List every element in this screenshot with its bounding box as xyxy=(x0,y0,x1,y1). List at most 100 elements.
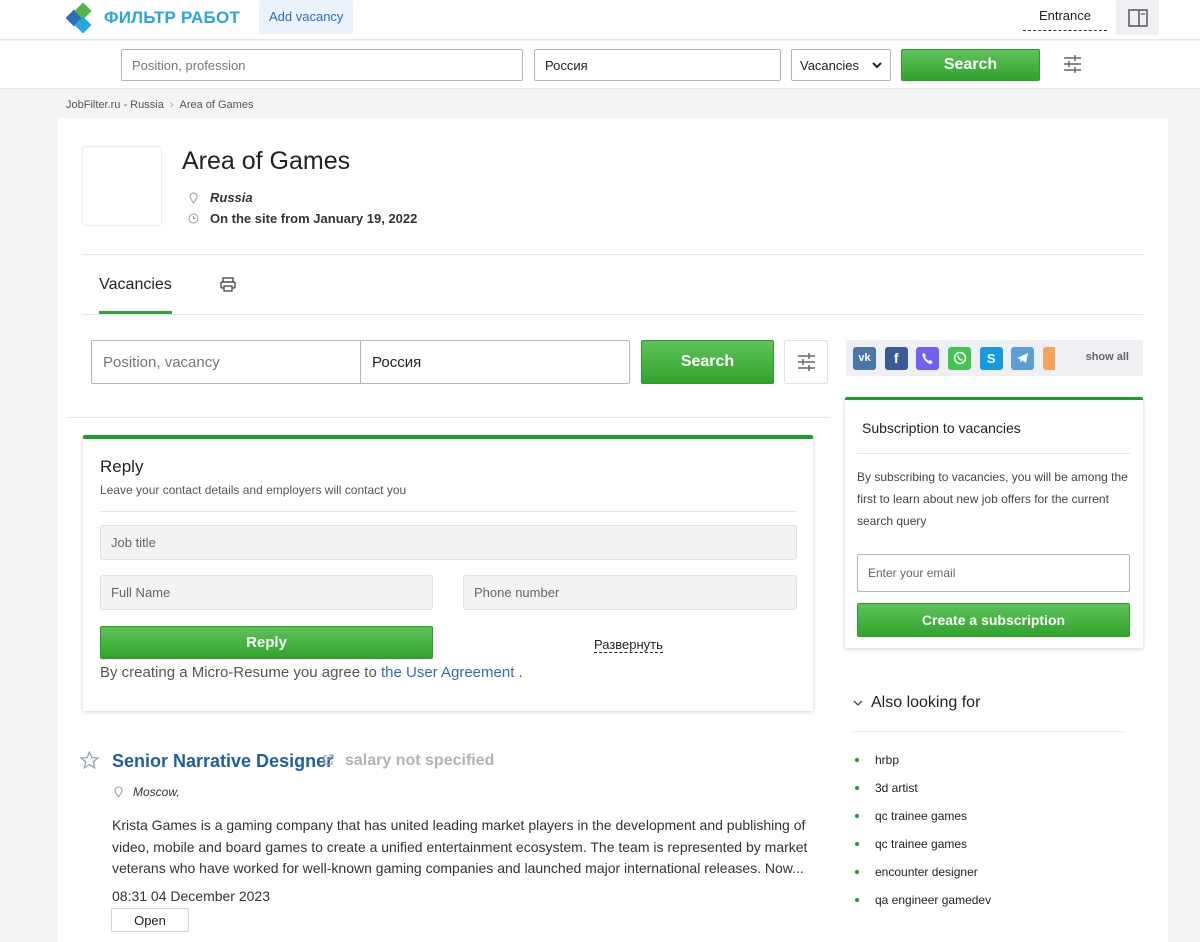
agreement-text: By creating a Micro-Resume you agree to … xyxy=(100,664,523,681)
vacancy-position-input[interactable] xyxy=(92,341,361,383)
vacancy-description: Krista Games is a gaming company that ha… xyxy=(112,817,808,876)
also-looking-item[interactable]: hrbp xyxy=(853,746,1123,774)
subscription-card: Subscription to vacancies By subscribing… xyxy=(845,397,1143,648)
filter-settings-icon xyxy=(797,353,815,371)
phone-input[interactable] xyxy=(463,575,797,610)
company-page: Area of Games Russia On the site from Ja… xyxy=(58,118,1168,942)
clock-icon xyxy=(186,212,200,226)
also-looking-item[interactable]: 3d artist xyxy=(853,774,1123,802)
location-pin-icon xyxy=(114,786,123,798)
company-since-row: On the site from January 19, 2022 xyxy=(186,211,417,226)
also-looking-title: Also looking for xyxy=(871,694,981,711)
company-since: On the site from January 19, 2022 xyxy=(210,211,418,226)
ok-share-icon[interactable] xyxy=(1043,346,1056,370)
also-looking-section: Also looking for hrbp 3d artist qc train… xyxy=(853,694,1123,914)
full-name-input[interactable] xyxy=(100,575,433,610)
vacancy-filter-button[interactable] xyxy=(784,340,828,384)
add-vacancy-button[interactable]: Add vacancy xyxy=(259,0,354,34)
filter-settings-icon[interactable] xyxy=(1063,55,1082,73)
tabs-divider xyxy=(82,314,1143,315)
vacancy-title-link[interactable]: Senior Narrative Designer xyxy=(112,751,333,772)
also-looking-item[interactable]: qa engineer gamedev xyxy=(853,886,1123,914)
position-input[interactable] xyxy=(121,49,523,81)
reply-button[interactable]: Reply xyxy=(100,626,433,659)
search-type-select[interactable]: Vacancies xyxy=(791,49,891,81)
also-looking-label: qa engineer gamedev xyxy=(875,893,992,907)
also-looking-label: encounter designer xyxy=(875,865,978,879)
favorites-button[interactable] xyxy=(1116,0,1159,35)
company-location-row: Russia xyxy=(186,190,253,205)
agreement-prefix: By creating a Micro-Resume you agree to xyxy=(100,664,377,681)
tab-vacancies[interactable]: Vacancies xyxy=(99,268,172,314)
whatsapp-share-icon[interactable] xyxy=(948,346,972,370)
also-looking-label: hrbp xyxy=(875,753,900,767)
email-input[interactable] xyxy=(857,554,1130,592)
create-subscription-button[interactable]: Create a subscription xyxy=(857,603,1130,637)
facebook-share-icon[interactable]: f xyxy=(884,346,908,370)
company-logo xyxy=(82,146,162,226)
subscription-divider xyxy=(857,453,1130,454)
reply-title: Reply xyxy=(100,457,144,476)
bullet-icon xyxy=(855,842,859,846)
site-logo[interactable]: ФИЛЬТР РАБОТ xyxy=(66,3,240,33)
external-link-icon[interactable] xyxy=(322,754,334,766)
chevron-down-icon xyxy=(853,700,863,706)
vacancy-salary: salary not specified xyxy=(345,752,495,769)
vacancy-location-row: Moscow, xyxy=(114,785,180,799)
location-input[interactable] xyxy=(534,49,781,81)
favorite-star-icon[interactable] xyxy=(80,751,99,769)
print-icon[interactable] xyxy=(220,277,236,293)
agreement-suffix: . xyxy=(518,664,523,681)
open-vacancy-button[interactable]: Open xyxy=(111,908,189,932)
divider xyxy=(82,254,1143,255)
vacancy-date: 08:31 04 December 2023 xyxy=(112,888,270,904)
bullet-icon xyxy=(855,786,859,790)
company-location: Russia xyxy=(210,190,253,205)
top-header: ФИЛЬТР РАБОТ Add vacancy Entrance xyxy=(0,0,1200,40)
vacancy-location: Moscow, xyxy=(133,785,180,799)
breadcrumb-separator: › xyxy=(169,99,174,111)
skype-share-icon[interactable]: S xyxy=(979,346,1003,370)
search-divider xyxy=(67,417,830,418)
bullet-icon xyxy=(855,814,859,818)
user-agreement-link[interactable]: the User Agreement xyxy=(381,664,514,681)
chevron-down-icon xyxy=(872,61,882,68)
also-looking-label: 3d artist xyxy=(875,781,918,795)
vacancy-search-group xyxy=(91,340,630,384)
company-name: Area of Games xyxy=(182,147,351,175)
show-all-link[interactable]: show all xyxy=(1086,351,1129,363)
bullet-icon xyxy=(855,758,859,762)
also-looking-item[interactable]: qc trainee games xyxy=(853,802,1123,830)
share-bar: vk f S show all xyxy=(846,340,1143,376)
logo-icon xyxy=(66,3,92,33)
location-pin-icon xyxy=(186,191,200,205)
bullet-icon xyxy=(855,870,859,874)
also-looking-divider xyxy=(853,731,1123,732)
breadcrumb-home[interactable]: JobFilter.ru - Russia xyxy=(66,99,164,111)
reply-divider xyxy=(100,511,797,512)
viber-share-icon[interactable] xyxy=(916,346,940,370)
book-icon xyxy=(1127,8,1148,27)
top-search-bar: Vacancies Search xyxy=(0,41,1200,89)
expand-link[interactable]: Развернуть xyxy=(594,638,663,653)
job-title-input[interactable] xyxy=(100,525,797,560)
telegram-share-icon[interactable] xyxy=(1011,346,1035,370)
vacancy-search-button[interactable]: Search xyxy=(641,340,774,384)
reply-card: Reply Leave your contact details and emp… xyxy=(83,435,813,711)
search-button[interactable]: Search xyxy=(901,49,1040,81)
reply-subtitle: Leave your contact details and employers… xyxy=(100,483,407,497)
breadcrumb: JobFilter.ru - Russia › Area of Games xyxy=(66,99,253,111)
vk-share-icon[interactable]: vk xyxy=(853,346,876,370)
bullet-icon xyxy=(855,898,859,902)
entrance-link[interactable]: Entrance xyxy=(1023,8,1107,31)
also-looking-item[interactable]: qc trainee games xyxy=(853,830,1123,858)
vacancy-location-input[interactable] xyxy=(361,341,629,383)
search-type-value: Vacancies xyxy=(800,57,860,73)
breadcrumb-current: Area of Games xyxy=(179,99,254,111)
also-looking-list: hrbp 3d artist qc trainee games qc train… xyxy=(853,746,1123,914)
also-looking-label: qc trainee games xyxy=(875,837,968,851)
also-looking-header[interactable]: Also looking for xyxy=(853,694,1123,712)
also-looking-label: qc trainee games xyxy=(875,809,968,823)
also-looking-item[interactable]: encounter designer xyxy=(853,858,1123,886)
logo-text: ФИЛЬТР РАБОТ xyxy=(104,8,240,27)
